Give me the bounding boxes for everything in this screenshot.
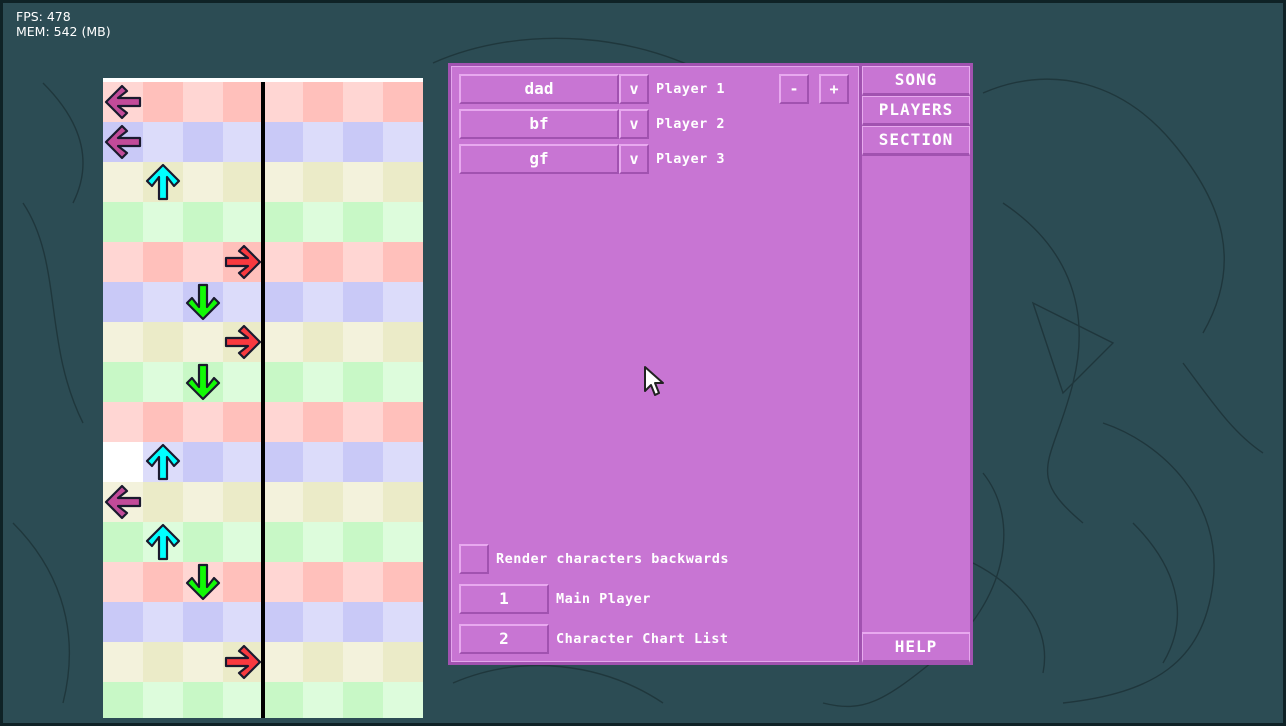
debug-overlay: FPS: 478 MEM: 542 (MB) (16, 9, 111, 39)
note-left-arrow-icon[interactable] (103, 482, 143, 522)
player1-label: Player 1 (656, 81, 726, 97)
note-layer (103, 82, 423, 718)
note-down-arrow-icon[interactable] (143, 442, 183, 482)
note-down-arrow-icon[interactable] (143, 522, 183, 562)
note-chart-grid[interactable] (103, 78, 423, 718)
note-down-arrow-icon[interactable] (143, 162, 183, 202)
render-backwards-label: Render characters backwards (496, 551, 729, 567)
players-panel: dad v Player 1 - + bf v Player 2 gf v Pl… (448, 63, 862, 665)
note-up-arrow-icon[interactable] (183, 562, 223, 602)
remove-player-button[interactable]: - (779, 74, 809, 104)
render-backwards-checkbox[interactable] (459, 544, 489, 574)
tab-song[interactable]: SONG (862, 66, 970, 96)
note-up-arrow-icon[interactable] (183, 362, 223, 402)
player3-dropdown-button[interactable]: v (619, 144, 649, 174)
main-player-label: Main Player (556, 591, 651, 607)
player1-character-field[interactable]: dad (459, 74, 619, 104)
editor-tabs: SONG PLAYERS SECTION HELP (859, 63, 973, 665)
note-right-arrow-icon[interactable] (223, 642, 263, 682)
note-right-arrow-icon[interactable] (223, 242, 263, 282)
help-button[interactable]: HELP (862, 632, 970, 663)
tab-section[interactable]: SECTION (862, 126, 970, 156)
player2-dropdown-button[interactable]: v (619, 109, 649, 139)
tab-players[interactable]: PLAYERS (862, 96, 970, 126)
player3-label: Player 3 (656, 151, 726, 167)
memory-counter: MEM: 542 (MB) (16, 24, 111, 39)
player3-character-field[interactable]: gf (459, 144, 619, 174)
game-window: FPS: 478 MEM: 542 (MB) dad v Player 1 - … (0, 0, 1286, 726)
chart-list-label: Character Chart List (556, 631, 729, 647)
chart-list-stepper[interactable]: 2 (459, 624, 549, 654)
add-player-button[interactable]: + (819, 74, 849, 104)
note-left-arrow-icon[interactable] (103, 82, 143, 122)
player1-dropdown-button[interactable]: v (619, 74, 649, 104)
main-player-stepper[interactable]: 1 (459, 584, 549, 614)
note-right-arrow-icon[interactable] (223, 322, 263, 362)
note-up-arrow-icon[interactable] (183, 282, 223, 322)
player2-character-field[interactable]: bf (459, 109, 619, 139)
mouse-cursor-icon (644, 366, 664, 396)
player2-label: Player 2 (656, 116, 726, 132)
note-left-arrow-icon[interactable] (103, 122, 143, 162)
fps-counter: FPS: 478 (16, 9, 71, 24)
